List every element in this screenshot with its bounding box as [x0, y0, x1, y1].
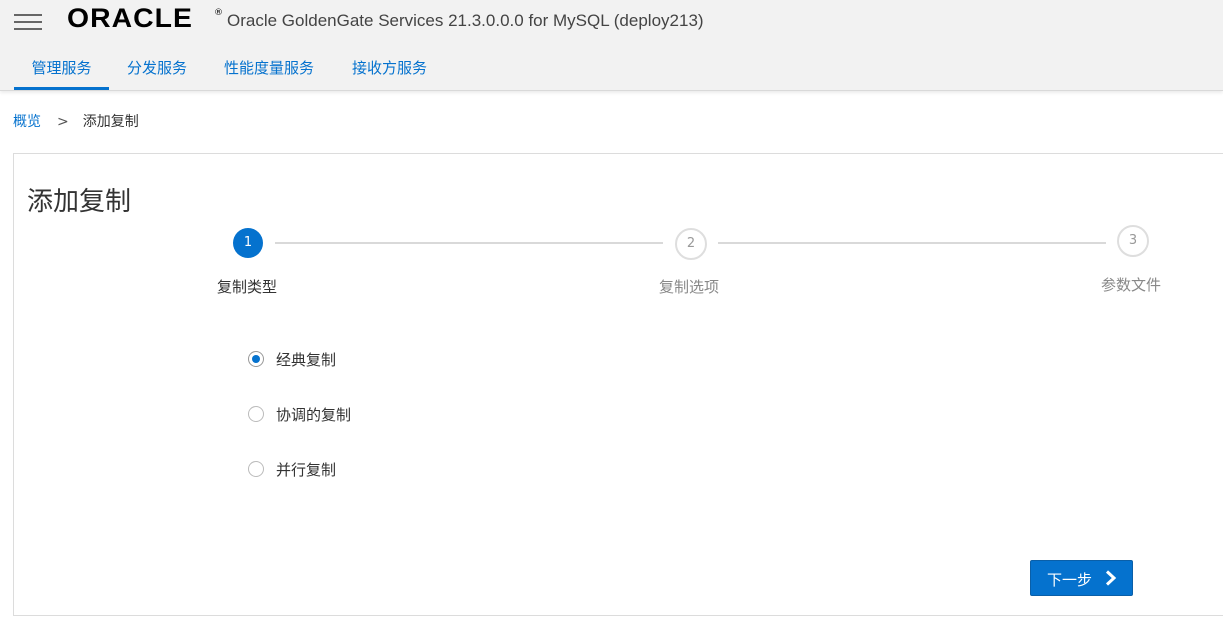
- tab-receiver-service[interactable]: 接收方服务: [352, 56, 427, 87]
- add-replicat-panel: 添加复制 1 2 3 复制类型 复制选项 参数文件 经典复制 协调的复制 并行复…: [13, 153, 1223, 616]
- step-connector-1: [275, 242, 663, 244]
- step-2-indicator[interactable]: 2: [675, 228, 707, 260]
- tab-admin-service[interactable]: 管理服务: [14, 56, 109, 90]
- breadcrumb-overview-link[interactable]: 概览: [13, 114, 41, 130]
- radio-label: 经典复制: [276, 351, 337, 369]
- oracle-logo: ORACLE: [67, 3, 193, 33]
- step-1-indicator[interactable]: 1: [233, 228, 263, 258]
- step-connector-2: [718, 242, 1106, 244]
- radio-button[interactable]: [248, 406, 264, 422]
- registered-mark: ®: [214, 8, 223, 18]
- page-title: 添加复制: [27, 187, 132, 217]
- app-header: ORACLE ® Oracle GoldenGate Services 21.3…: [0, 0, 1223, 91]
- radio-button-checked[interactable]: [248, 351, 264, 367]
- radio-button[interactable]: [248, 461, 264, 477]
- step-3-label: 参数文件: [1101, 276, 1162, 294]
- breadcrumb-current: 添加复制: [82, 114, 139, 130]
- tab-performance-metrics-service[interactable]: 性能度量服务: [224, 56, 314, 87]
- step-3-indicator[interactable]: 3: [1117, 225, 1149, 257]
- breadcrumb-separator: >: [57, 114, 69, 130]
- hamburger-menu-icon[interactable]: [14, 13, 42, 31]
- step-1-label: 复制类型: [217, 278, 278, 296]
- next-button[interactable]: 下一步: [1030, 560, 1133, 596]
- chevron-right-icon: [1105, 570, 1117, 586]
- app-title: Oracle GoldenGate Services 21.3.0.0.0 fo…: [227, 11, 704, 30]
- step-2-label: 复制选项: [659, 278, 720, 296]
- radio-label: 协调的复制: [276, 406, 352, 424]
- next-button-label: 下一步: [1047, 572, 1093, 589]
- tab-distribution-service[interactable]: 分发服务: [127, 56, 187, 87]
- breadcrumb: 概览 > 添加复制: [13, 112, 139, 132]
- radio-label: 并行复制: [276, 461, 337, 479]
